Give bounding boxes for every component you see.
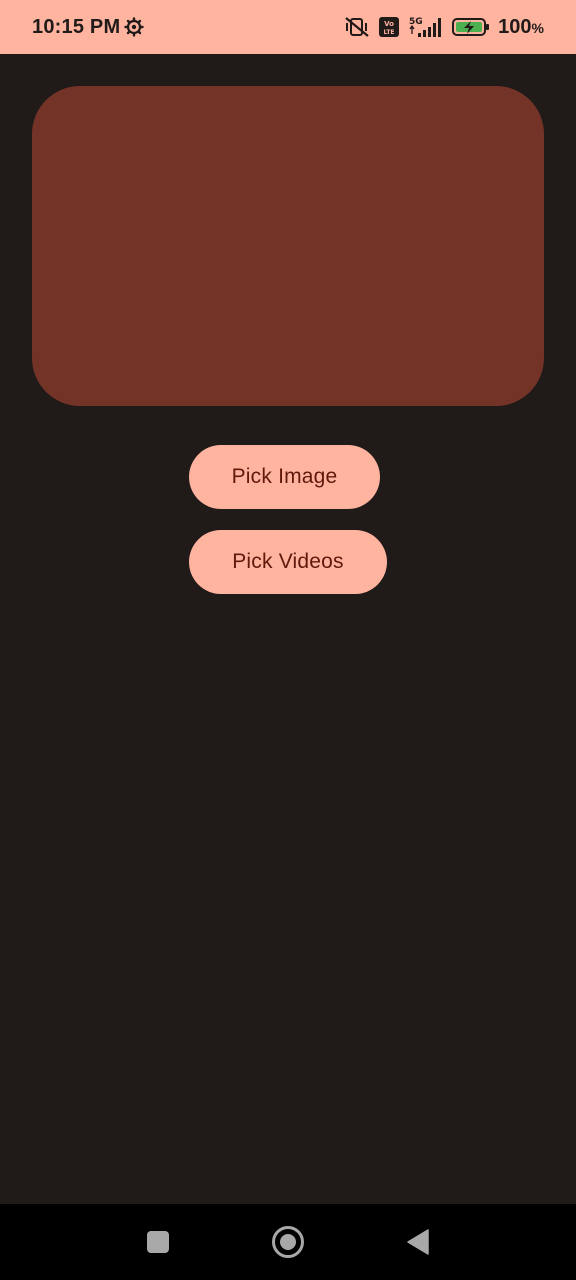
back-icon[interactable] (406, 1229, 430, 1255)
pick-videos-label: Pick Videos (232, 550, 344, 573)
battery-value: 100 (498, 15, 532, 38)
5g-signal-icon: 5G (408, 15, 444, 39)
recents-icon[interactable] (147, 1231, 169, 1253)
media-preview-card (32, 86, 544, 406)
pick-image-label: Pick Image (231, 465, 338, 488)
status-time: 10:15 PM (32, 15, 121, 38)
volte-icon: Vo LTE (378, 16, 400, 38)
pick-image-button[interactable]: Pick Image (189, 445, 380, 509)
status-bar: 10:15 PM Vo LTE 5G 100% (0, 0, 576, 54)
svg-text:5G: 5G (409, 17, 423, 27)
home-icon[interactable] (272, 1226, 304, 1258)
navigation-bar (0, 1204, 576, 1280)
battery-charging-icon (452, 16, 490, 38)
app-screen: 10:15 PM Vo LTE 5G 100% Pick Image Pick … (0, 0, 576, 1280)
battery-percentage: 100% (498, 16, 544, 39)
svg-text:LTE: LTE (384, 29, 395, 36)
pick-videos-button[interactable]: Pick Videos (189, 530, 387, 594)
status-right: Vo LTE 5G 100% (344, 15, 544, 39)
vibrate-off-icon (344, 16, 370, 38)
svg-text:Vo: Vo (384, 20, 394, 28)
battery-unit: % (531, 19, 544, 36)
settings-gear-icon (124, 17, 145, 37)
status-left: 10:15 PM (32, 15, 145, 39)
